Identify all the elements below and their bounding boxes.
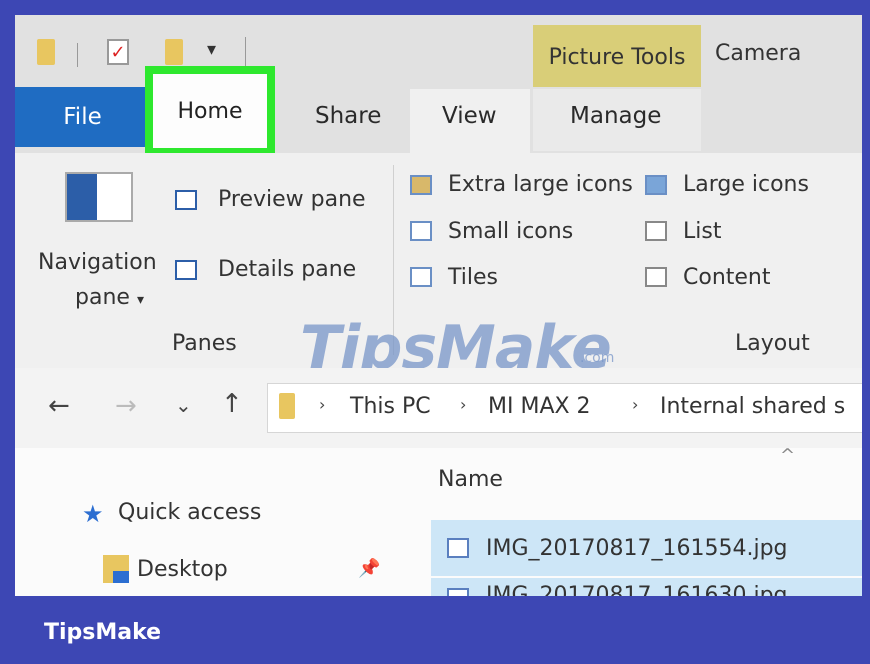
folder-icon [37,39,55,65]
extra-large-icons-option[interactable]: Extra large icons [448,172,633,197]
tab-home[interactable]: Home [145,66,275,156]
navigation-pane-label2[interactable]: pane ▾ [75,285,144,310]
pin-icon[interactable]: 📌 [358,558,380,579]
brand-label: TipsMake [44,620,162,645]
explorer-window: ✓ ▾ Picture Tools Camera File Home Share… [15,15,862,596]
preview-pane-button[interactable]: Preview pane [218,187,366,212]
new-folder-icon[interactable] [165,39,183,65]
list-option[interactable]: List [683,219,721,244]
file-name[interactable]: IMG_20170817_161630.jpg [486,583,788,596]
large-icons-icon [645,175,667,195]
tiles-option[interactable]: Tiles [448,265,498,290]
content-option[interactable]: Content [683,265,771,290]
tab-view[interactable]: View [442,103,497,129]
back-arrow-icon[interactable]: ← [48,391,70,421]
image-file-icon [447,588,469,596]
nav-item-desktop[interactable]: Desktop [137,557,228,582]
small-icons-option[interactable]: Small icons [448,219,573,244]
image-file-icon [447,538,469,558]
breadcrumb-chevron-icon[interactable]: › [632,395,638,414]
up-arrow-icon[interactable]: ↑ [221,389,243,419]
separator [77,43,78,67]
column-header-name[interactable]: Name [438,467,503,492]
list-icon [645,221,667,241]
extra-large-icons-icon [410,175,432,195]
navigation-pane-label2-text: pane [75,285,130,310]
tiles-icon [410,267,432,287]
customize-toolbar-icon[interactable]: ▾ [207,39,216,60]
navigation-pane-icon[interactable] [65,172,133,222]
layout-group-label: Layout [735,331,810,356]
file-name[interactable]: IMG_20170817_161554.jpg [486,536,788,561]
tab-file[interactable]: File [15,87,150,147]
tab-share[interactable]: Share [315,103,381,129]
folder-icon [279,393,295,419]
watermark-suffix: .com [580,350,615,366]
picture-tools-label: Picture Tools [533,25,701,89]
recent-locations-chevron-icon[interactable]: ⌄ [175,393,192,417]
details-pane-icon [175,260,197,280]
details-pane-button[interactable]: Details pane [218,257,356,282]
small-icons-icon [410,221,432,241]
large-icons-option[interactable]: Large icons [683,172,809,197]
breadcrumb-device[interactable]: MI MAX 2 [488,394,591,419]
dropdown-icon: ▾ [136,292,144,308]
breadcrumb-chevron-icon[interactable]: › [460,395,466,414]
forward-arrow-icon[interactable]: → [115,391,137,421]
preview-pane-icon [175,190,197,210]
panes-group-label: Panes [172,331,237,356]
window-title: Camera [715,41,802,66]
breadcrumb-storage[interactable]: Internal shared s [660,394,845,419]
navigation-pane-label[interactable]: Navigation [38,250,157,275]
breadcrumb-chevron-icon[interactable]: › [319,395,325,414]
star-icon: ★ [82,500,104,528]
content-icon [645,267,667,287]
separator [245,37,246,67]
sort-ascending-icon: ^ [780,445,796,466]
desktop-folder-icon [103,555,129,583]
breadcrumb-this-pc[interactable]: This PC [350,394,431,419]
properties-icon[interactable]: ✓ [107,39,129,65]
tab-manage[interactable]: Manage [570,103,661,129]
nav-item-quick-access[interactable]: Quick access [118,500,261,525]
